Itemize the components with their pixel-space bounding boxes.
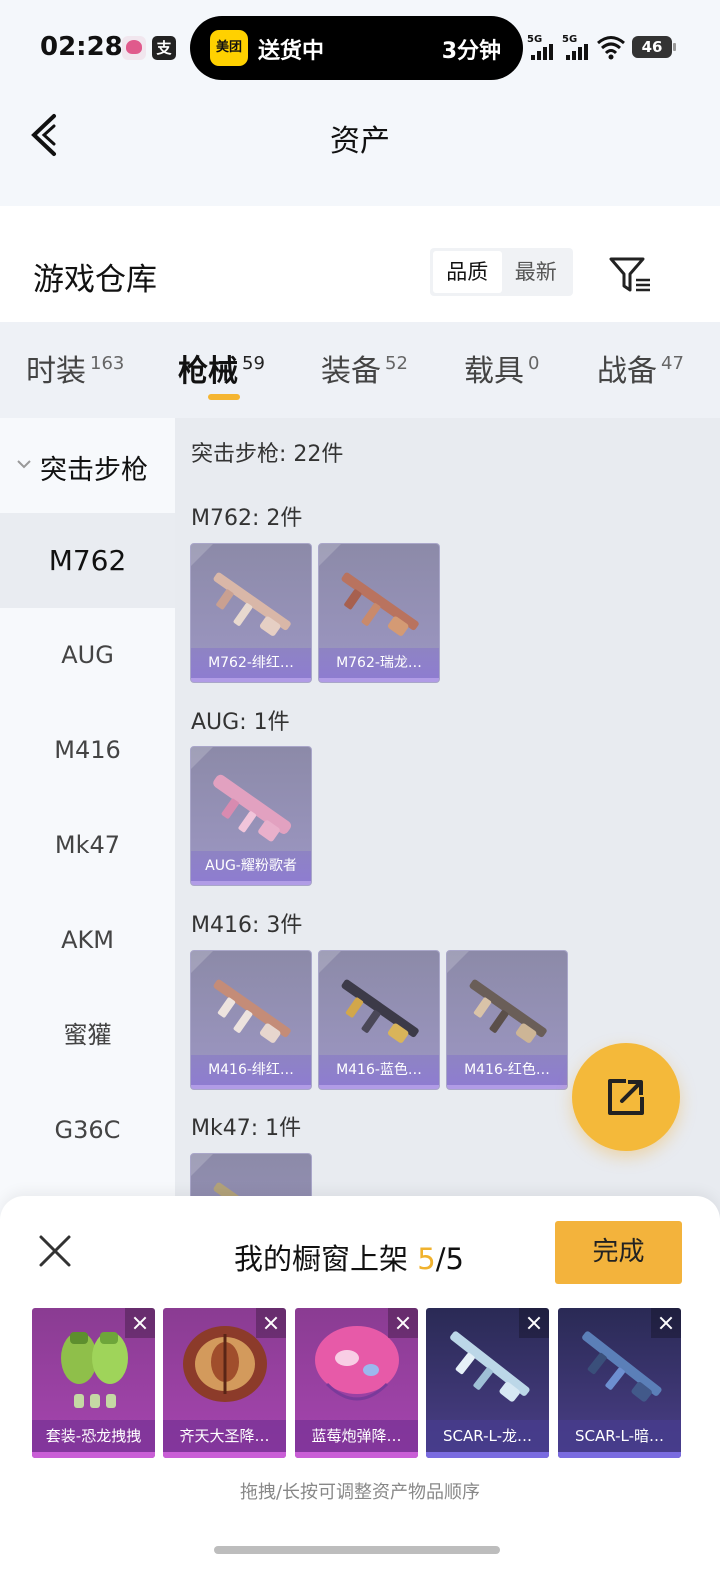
reorder-hint: 拖拽/长按可调整资产物品顺序 [239,1482,481,1503]
tab-guns[interactable]: 枪械 59 [178,346,265,390]
sidebar-item-m762[interactable]: M762 [0,513,175,608]
weapon-card[interactable]: M416-红色… [446,950,568,1090]
share-button[interactable] [572,1043,680,1151]
rifle-icon [213,572,291,636]
rifle-icon [341,572,419,636]
category-total: 突击步枪: 22件 [191,442,344,467]
section-title-mk47: Mk47: 1件 [191,1116,302,1141]
showcase-tile[interactable]: 齐天大圣降… [163,1308,286,1458]
filter-icon[interactable] [608,256,652,294]
remove-tile-icon[interactable] [388,1308,418,1338]
page-header: 资产 [0,96,720,206]
page-title: 资产 [330,124,390,159]
tab-supplies[interactable]: 战备 47 [597,346,684,390]
rifle-icon [213,979,291,1043]
sidebar-item-akm[interactable]: AKM [0,893,175,988]
remove-tile-icon[interactable] [125,1308,155,1338]
sidebar-item-honey-badger[interactable]: 蜜獾 [0,988,175,1083]
showcase-count-total: 5 [445,1242,464,1276]
sort-toggle: 品质 最新 [430,248,573,296]
warehouse-bar: 游戏仓库 品质 最新 [0,206,720,322]
sidebar-group-assault-rifle[interactable]: 突击步枪 [0,418,175,513]
close-icon[interactable] [38,1234,72,1268]
rifle-icon [469,979,547,1043]
sort-latest-button[interactable]: 最新 [502,251,571,293]
battery-icon: 46 [632,36,676,58]
dynamic-island-delivery[interactable]: 美团 送货中 3分钟 [190,16,523,80]
share-external-icon [608,1079,644,1115]
delivery-eta: 3分钟 [441,39,501,64]
section-title-m762: M762: 2件 [191,506,303,531]
sidebar-item-aug[interactable]: AUG [0,608,175,703]
sidebar-item-mk47[interactable]: Mk47 [0,798,175,893]
weapon-card[interactable]: M416-蓝色… [318,950,440,1090]
category-tabs: 时装 163 枪械 59 装备 52 载具 0 战备 47 [0,322,720,418]
weapon-card[interactable]: AUG-耀粉歌者 [190,746,312,886]
showcase-count-current: 5 [417,1242,436,1276]
delivery-status: 送货中 [258,39,325,64]
rifle-icon [341,979,419,1043]
alipay-notification-icon: 支 [152,36,176,60]
showcase-tile[interactable]: 蓝莓炮弹降… [295,1308,418,1458]
showcase-tile[interactable]: SCAR-L-暗… [558,1308,681,1458]
remove-tile-icon[interactable] [519,1308,549,1338]
section-title-aug: AUG: 1件 [191,710,290,735]
showcase-tile[interactable]: SCAR-L-龙… [426,1308,549,1458]
sidebar-item-m416[interactable]: M416 [0,703,175,798]
active-tab-indicator [208,394,240,400]
cellular-signal-icon: 5G [527,34,557,62]
tab-fashion[interactable]: 时装 163 [26,346,124,390]
section-title-m416: M416: 3件 [191,913,303,938]
screen: { "status": { "time": "02:28", "island_a… [0,0,720,1584]
tab-vehicles[interactable]: 载具 0 [464,346,539,390]
remove-tile-icon[interactable] [651,1308,681,1338]
status-bar: 02:28 支 美团 送货中 3分钟 5G 5G 46 [0,0,720,96]
sort-quality-button[interactable]: 品质 [433,251,502,293]
rifle-icon [213,774,292,842]
showcase-sheet: 我的橱窗上架 5/5 完成 套装-恐龙拽拽 齐天大圣降… 蓝莓炮弹降… SCAR… [0,1196,720,1584]
home-indicator[interactable] [214,1546,500,1554]
tab-equipment[interactable]: 装备 52 [321,346,408,390]
remove-tile-icon[interactable] [256,1308,286,1338]
weapon-type-sidebar: 突击步枪 M762 AUG M416 Mk47 AKM 蜜獾 G36C [0,418,175,1218]
sheet-title: 我的橱窗上架 5/5 [234,1242,464,1276]
warehouse-title: 游戏仓库 [33,262,157,298]
clock: 02:28 [40,32,123,62]
chevron-down-icon [17,460,31,469]
weapon-card[interactable]: M416-绯红… [190,950,312,1090]
weapon-card[interactable]: M762-瑞龙… [318,543,440,683]
sidebar-item-g36c[interactable]: G36C [0,1083,175,1178]
weapon-card[interactable]: M762-绯红… [190,543,312,683]
wifi-icon [597,36,625,60]
meituan-logo: 美团 [210,30,248,66]
cellular-signal-icon-2: 5G [562,34,592,62]
app-notification-icon [122,36,146,60]
done-button[interactable]: 完成 [555,1221,682,1284]
showcase-tile[interactable]: 套装-恐龙拽拽 [32,1308,155,1458]
